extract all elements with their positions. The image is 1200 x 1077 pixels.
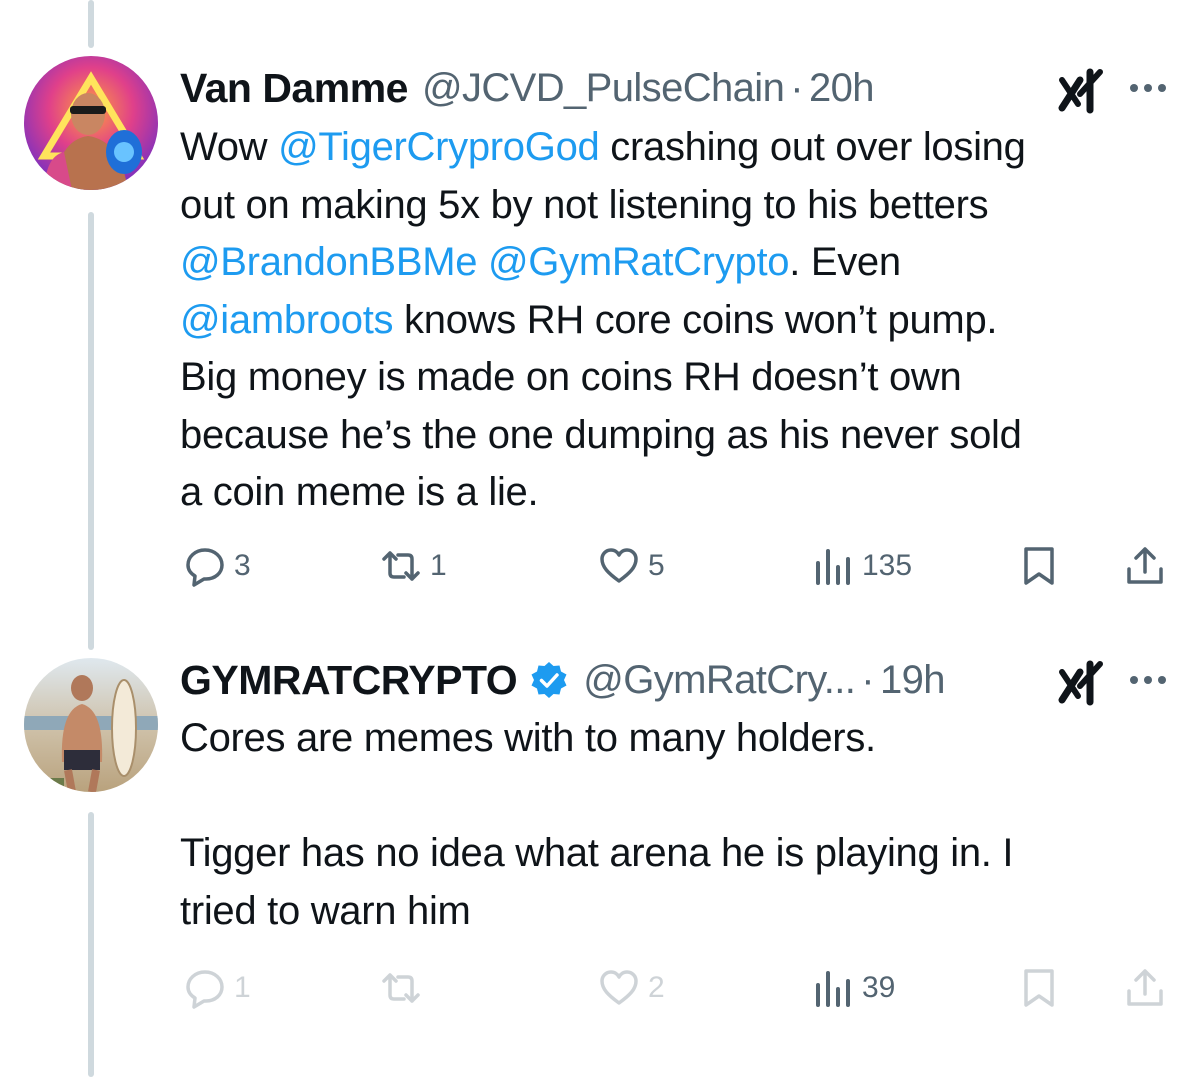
author-name[interactable]: GYMRATCRYPTO bbox=[180, 657, 518, 704]
bookmark-icon bbox=[1024, 969, 1054, 1007]
like-button[interactable]: 5 bbox=[598, 538, 665, 594]
text-run: Tigger has no idea what arena he is play… bbox=[180, 831, 1014, 875]
views-button[interactable]: 135 bbox=[812, 538, 912, 594]
author-handle[interactable]: @GymRatCry... bbox=[583, 658, 856, 703]
reply-button[interactable]: 1 bbox=[184, 960, 251, 1016]
text-run: Wow bbox=[180, 125, 279, 169]
text-run: crashing out over losing bbox=[599, 125, 1026, 169]
thread-view: Van Damme @JCVD_PulseChain · 20h Wow @Ti… bbox=[0, 0, 1200, 1077]
bookmark-icon bbox=[1024, 547, 1054, 585]
timestamp[interactable]: 20h bbox=[809, 66, 875, 111]
reply-count: 1 bbox=[234, 971, 251, 1004]
action-bar: 3 1 5 135 bbox=[0, 538, 1200, 594]
author-name[interactable]: Van Damme bbox=[180, 65, 408, 112]
mention-link[interactable]: @TigerCryproGod bbox=[278, 125, 600, 169]
bookmark-button[interactable] bbox=[1018, 538, 1060, 594]
separator-dot: · bbox=[861, 657, 875, 702]
text-run: because he’s the one dumping as his neve… bbox=[180, 412, 1022, 457]
tweet[interactable]: GYMRATCRYPTO @GymRatCry... · 19h Cores a… bbox=[0, 640, 1200, 1077]
text-run: Big money is made on coins RH doesn’t ow… bbox=[180, 355, 962, 399]
tweet-text-line: @iambroots knows RH core coins won’t pum… bbox=[180, 292, 1170, 350]
views-icon bbox=[816, 971, 850, 1007]
reply-icon bbox=[186, 548, 224, 587]
avatar[interactable] bbox=[24, 56, 158, 190]
views-count: 39 bbox=[862, 971, 896, 1004]
tweet-text: Wow @TigerCryproGod crashing out over lo… bbox=[180, 119, 1170, 522]
tweet-text-line: Cores are memes with to many holders. bbox=[180, 710, 1170, 768]
share-icon bbox=[1127, 969, 1163, 1006]
grok-icon[interactable] bbox=[1056, 64, 1108, 116]
mention-link[interactable]: @GymRatCrypto bbox=[488, 240, 790, 284]
mention-link[interactable]: @iambroots bbox=[180, 298, 394, 342]
mention-link[interactable]: @BrandonBBMe bbox=[180, 240, 477, 284]
share-button[interactable] bbox=[1124, 960, 1166, 1016]
verified-badge-icon bbox=[531, 662, 567, 698]
heart-icon bbox=[600, 548, 638, 583]
tweet-text-line: out on making 5x by not listening to his… bbox=[180, 177, 1170, 235]
tweet-text-line: tried to warn him bbox=[180, 883, 1170, 941]
tweet-text-line: Tigger has no idea what arena he is play… bbox=[180, 825, 1170, 883]
text-run: . Even bbox=[789, 240, 901, 284]
views-count: 135 bbox=[862, 549, 913, 582]
tweet-text-line: a coin meme is a lie. bbox=[180, 464, 1170, 522]
grok-icon[interactable] bbox=[1056, 656, 1108, 708]
tweet-header: GYMRATCRYPTO @GymRatCry... · 19h bbox=[180, 654, 1170, 706]
repost-icon bbox=[382, 973, 420, 1003]
tweet-text-line: @BrandonBBMe @GymRatCrypto. Even bbox=[180, 234, 1170, 292]
share-icon bbox=[1127, 547, 1163, 584]
text-run bbox=[477, 240, 488, 284]
like-count: 2 bbox=[648, 971, 665, 1004]
like-count: 5 bbox=[648, 549, 665, 582]
timestamp[interactable]: 19h bbox=[880, 658, 946, 703]
share-button[interactable] bbox=[1124, 538, 1166, 594]
repost-count: 1 bbox=[430, 549, 447, 582]
text-run: Cores are memes with to many holders. bbox=[180, 716, 876, 760]
bookmark-button[interactable] bbox=[1018, 960, 1060, 1016]
reply-icon bbox=[186, 970, 224, 1009]
like-button[interactable]: 2 bbox=[598, 960, 665, 1016]
tweet[interactable]: Van Damme @JCVD_PulseChain · 20h Wow @Ti… bbox=[0, 0, 1200, 630]
reply-count: 3 bbox=[234, 549, 251, 582]
text-run: a coin meme is a lie. bbox=[180, 470, 539, 514]
tweet-text-line bbox=[180, 768, 1170, 826]
reply-button[interactable]: 3 bbox=[184, 538, 251, 594]
tweet-text: Cores are memes with to many holders. Ti… bbox=[180, 710, 1170, 940]
tweet-text-line: because he’s the one dumping as his neve… bbox=[180, 407, 1170, 465]
avatar-image bbox=[24, 56, 158, 190]
avatar-image bbox=[24, 658, 158, 792]
text-run: knows RH core coins won’t pump. bbox=[393, 297, 998, 342]
separator-dot: · bbox=[790, 65, 803, 110]
repost-button[interactable]: 1 bbox=[380, 538, 447, 594]
tweet-text-line: Wow @TigerCryproGod crashing out over lo… bbox=[180, 119, 1170, 177]
text-run: tried to warn him bbox=[180, 888, 471, 933]
text-run: out on making 5x by not listening to his… bbox=[180, 182, 989, 227]
avatar[interactable] bbox=[24, 658, 158, 792]
repost-button[interactable] bbox=[380, 960, 430, 1016]
heart-icon bbox=[600, 970, 638, 1005]
tweet-text-line: Big money is made on coins RH doesn’t ow… bbox=[180, 349, 1170, 407]
repost-icon bbox=[382, 551, 420, 581]
views-button[interactable]: 39 bbox=[812, 960, 895, 1016]
more-icon[interactable] bbox=[1128, 68, 1168, 108]
more-icon[interactable] bbox=[1128, 660, 1168, 700]
views-icon bbox=[816, 549, 850, 585]
author-handle[interactable]: @JCVD_PulseChain bbox=[422, 66, 785, 111]
tweet-header: Van Damme @JCVD_PulseChain · 20h bbox=[180, 62, 1170, 114]
